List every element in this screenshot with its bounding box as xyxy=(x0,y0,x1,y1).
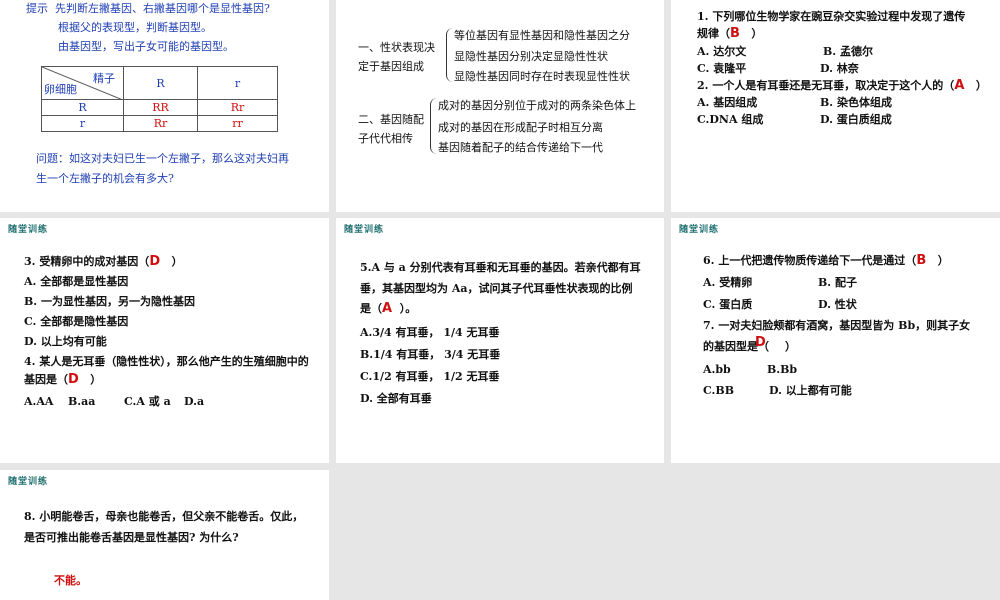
slide-quiz-8: 随堂训练 8. 小明能卷舌，母亲也能卷舌，但父亲不能卷舌。仅此， 是否可推出能卷… xyxy=(0,470,329,600)
q5-answer: A xyxy=(382,301,393,316)
hint-label: 提示 xyxy=(26,2,48,15)
table-row: R RR Rr xyxy=(41,99,278,116)
row-header: R xyxy=(41,99,124,116)
q7-answer: D xyxy=(755,335,766,350)
genotype-cell: RR xyxy=(123,99,198,116)
practice-tag: 随堂训练 xyxy=(344,225,385,235)
q4-line-1: 4. 某人是无耳垂（隐性性状），那么他产生的生殖细胞中的 xyxy=(24,355,309,368)
option: A. 全部都是显性基因 xyxy=(24,275,129,288)
practice-tag: 随堂训练 xyxy=(8,477,49,487)
hint-step-2: 根据父的表现型，判断基因型。 xyxy=(58,21,212,34)
q5-line-1: 5.A 与 a 分别代表有耳垂和无耳垂的基因。若亲代都有耳 xyxy=(360,261,641,274)
slide-quiz-3-4: 随堂训练 3. 受精卵中的成对基因（D ） A. 全部都是显性基因 B. 一为显… xyxy=(0,218,329,463)
q6-answer: B xyxy=(916,253,927,268)
table-row: r Rr rr xyxy=(41,115,278,132)
option: B. 一为显性基因，另一为隐性基因 xyxy=(24,295,195,308)
option: C. 全部都是隐性基因 xyxy=(24,315,129,328)
option: A. 受精卵 xyxy=(703,276,753,289)
q8-answer: 不能。 xyxy=(54,574,87,587)
heading-2-line-2: 子代代相传 xyxy=(358,132,413,145)
option: A.bb xyxy=(703,363,731,376)
option: B.1/4 有耳垂， 3/4 无耳垂 xyxy=(360,348,501,361)
option: D.a xyxy=(184,395,205,408)
option: C. 蛋白质 xyxy=(703,298,753,311)
heading-2-line-1: 二、基因随配 xyxy=(358,113,424,126)
summary-item: 基因随着配子的结合传递给下一代 xyxy=(438,141,603,154)
q1-line-2: 规律（B ） xyxy=(697,26,763,41)
option: D. 林奈 xyxy=(820,62,859,75)
heading-1-line-2: 定于基因组成 xyxy=(358,60,424,73)
option: B. 孟德尔 xyxy=(823,45,873,58)
q1-answer: B xyxy=(730,26,740,41)
option: B.aa xyxy=(68,395,96,408)
option: B. 染色体组成 xyxy=(820,96,892,109)
genotype-cell: Rr xyxy=(197,99,278,116)
option: D. 以上都有可能 xyxy=(769,384,852,397)
sperm-label: 精子 xyxy=(93,72,115,85)
col-header-r: r xyxy=(197,66,278,100)
q3-answer: D xyxy=(149,254,161,269)
q8-line-2: 是否可推出能卷舌基因是显性基因? 为什么? xyxy=(24,531,239,544)
option: C. 袁隆平 xyxy=(697,62,747,75)
q6-line: 6. 上一代把遗传物质传递给下一代是通过（B ） xyxy=(703,253,949,268)
option: C.A 或 a xyxy=(124,395,171,408)
summary-item: 成对的基因在形成配子时相互分离 xyxy=(438,121,603,134)
option: C.1/2 有耳垂， 1/2 无耳垂 xyxy=(360,370,500,383)
col-header-R: R xyxy=(123,66,198,100)
row-header: r xyxy=(41,115,124,132)
q7-line-2: 的基因型是（D ） xyxy=(703,335,796,354)
option: B. 配子 xyxy=(818,276,857,289)
summary-item: 显隐性基因同时存在时表现显性性状 xyxy=(454,70,630,83)
slide-summary: 一、性状表现决 定于基因组成 等位基因有显性基因和隐性基因之分 显隐性基因分别决… xyxy=(336,0,664,212)
practice-tag: 随堂训练 xyxy=(8,225,49,235)
q8-line-1: 8. 小明能卷舌，母亲也能卷舌，但父亲不能卷舌。仅此， xyxy=(24,510,304,523)
q1-line-1: 1. 下列哪位生物学家在豌豆杂交实验过程中发现了遗传 xyxy=(697,10,966,23)
option: A.3/4 有耳垂， 1/4 无耳垂 xyxy=(360,326,500,339)
option: A. 达尔文 xyxy=(697,45,747,58)
slide-quiz-6-7: 随堂训练 6. 上一代把遗传物质传递给下一代是通过（B ） A. 受精卵 B. … xyxy=(671,218,1000,463)
q5-line-2: 垂，其基因型均为 Aa，试问其子代耳垂性状表现的比例 xyxy=(360,282,633,295)
question-line-2: 生一个左撇子的机会有多大? xyxy=(36,172,174,185)
hint-step-3: 由基因型，写出子女可能的基因型。 xyxy=(58,40,234,53)
summary-item: 显隐性基因分别决定显隐性性状 xyxy=(454,50,608,63)
q2-line: 2. 一个人是有耳垂还是无耳垂，取决定于这个人的（A ） xyxy=(697,78,987,93)
slide-quiz-1-2: 1. 下列哪位生物学家在豌豆杂交实验过程中发现了遗传 规律（B ） A. 达尔文… xyxy=(671,0,1000,212)
option: D. 性状 xyxy=(818,298,857,311)
option: B.Bb xyxy=(767,363,798,376)
punnett-table: 精子 卵细胞 R r R RR Rr r Rr rr xyxy=(41,66,278,132)
slide-quiz-5: 随堂训练 5.A 与 a 分别代表有耳垂和无耳垂的基因。若亲代都有耳 垂，其基因… xyxy=(336,218,664,463)
q2-answer: A xyxy=(954,78,965,93)
hint-line: 提示 先判断左撇基因、右撇基因哪个是显性基因? xyxy=(26,2,270,16)
option: D. 蛋白质组成 xyxy=(820,113,892,126)
q4-line-2: 基因是（D ） xyxy=(24,372,102,387)
q4-answer: D xyxy=(68,372,79,387)
brace-2 xyxy=(430,98,437,154)
option: C.DNA 组成 xyxy=(697,113,764,126)
summary-item: 等位基因有显性基因和隐性基因之分 xyxy=(454,29,630,42)
brace-1 xyxy=(446,28,453,82)
egg-label: 卵细胞 xyxy=(44,83,77,96)
table-corner-cell: 精子 卵细胞 xyxy=(41,66,124,100)
option: A.AA xyxy=(24,395,54,408)
question-line-1: 问题：如这对夫妇已生一个左撇子，那么这对夫妇再 xyxy=(36,152,289,165)
q7-line-1: 7. 一对夫妇脸颊都有酒窝，基因型皆为 Bb，则其子女 xyxy=(703,319,971,332)
slide-punnett-square: 提示 先判断左撇基因、右撇基因哪个是显性基因? 根据父的表现型，判断基因型。 由… xyxy=(0,0,329,212)
summary-item: 成对的基因分别位于成对的两条染色体上 xyxy=(438,99,636,112)
heading-1-line-1: 一、性状表现决 xyxy=(358,41,435,54)
option: C.BB xyxy=(703,384,734,397)
genotype-cell: rr xyxy=(197,115,278,132)
practice-tag: 随堂训练 xyxy=(679,225,720,235)
q5-line-3: 是（A ）。 xyxy=(360,301,417,316)
option: A. 基因组成 xyxy=(697,96,758,109)
option: D. 全部有耳垂 xyxy=(360,392,432,405)
genotype-cell: Rr xyxy=(123,115,198,132)
option: D. 以上均有可能 xyxy=(24,335,107,348)
q3-line: 3. 受精卵中的成对基因（D ） xyxy=(24,254,183,269)
hint-text: 先判断左撇基因、右撇基因哪个是显性基因? xyxy=(55,2,270,15)
